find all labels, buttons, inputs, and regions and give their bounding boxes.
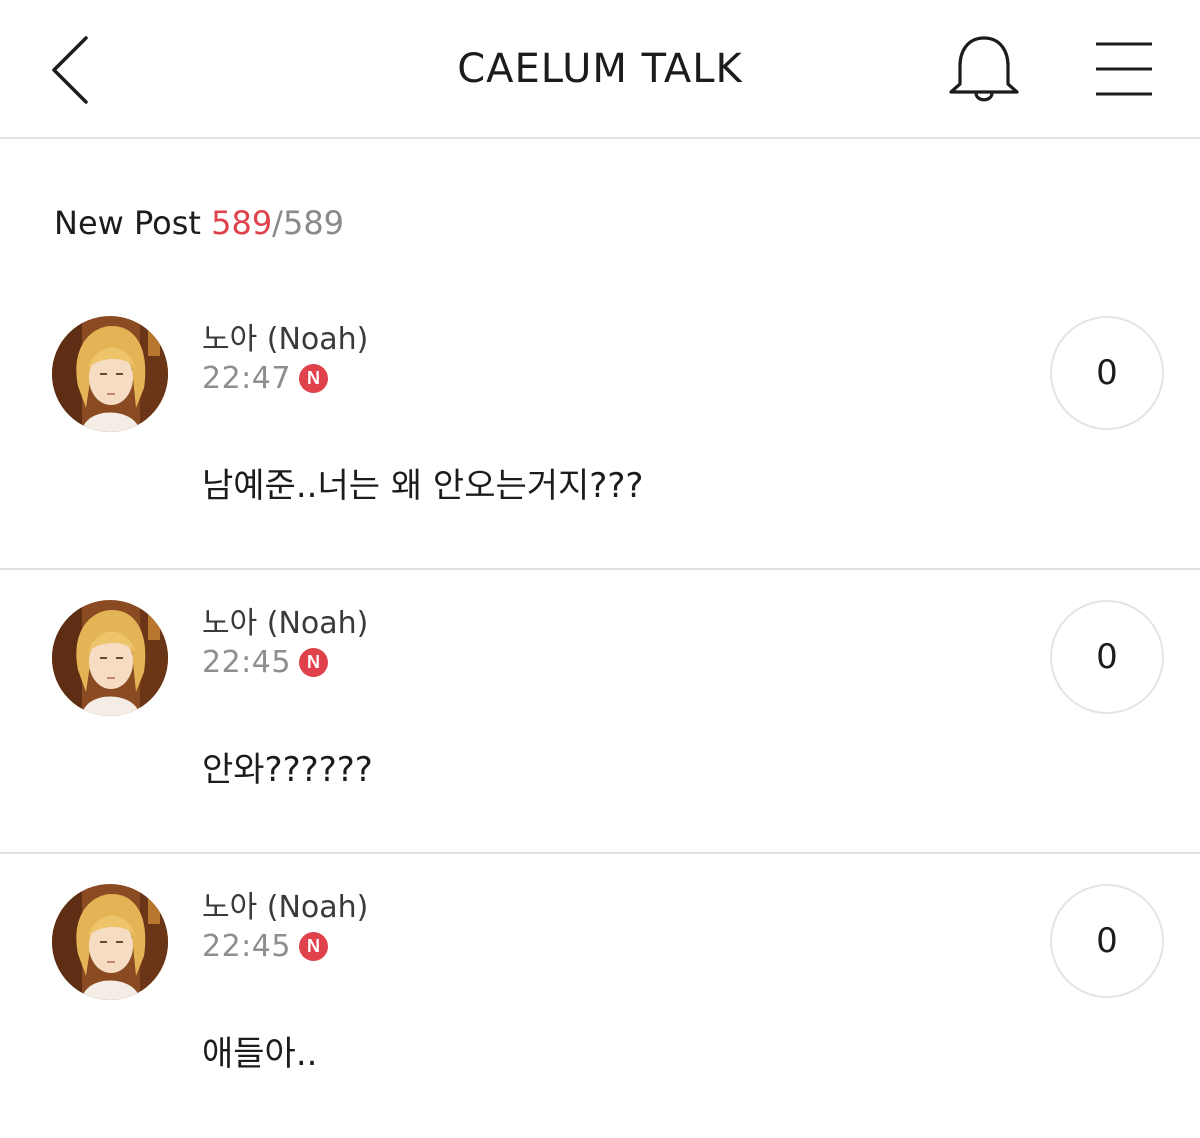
notifications-button[interactable] (944, 32, 1024, 108)
post-time: 22:45 (202, 928, 291, 964)
post-message: 애들아.. (202, 1034, 318, 1074)
post-meta: 22:45 N (202, 926, 328, 966)
hamburger-menu-icon (1096, 42, 1152, 96)
post-author: 노아 (Noah) (202, 322, 369, 357)
post-message: 남예준..너는 왜 안오는거지??? (202, 466, 644, 506)
post-meta: 22:47 N (202, 358, 328, 398)
like-count-button[interactable]: 0 (1050, 316, 1164, 430)
avatar[interactable] (52, 316, 168, 432)
new-badge: N (298, 363, 328, 393)
post-author: 노아 (Noah) (202, 890, 369, 925)
post-message: 안와?????? (202, 750, 373, 790)
post-time: 22:45 (202, 644, 291, 680)
new-post-label: New Post (54, 204, 201, 242)
avatar[interactable] (52, 884, 168, 1000)
post-time: 22:47 (202, 360, 291, 396)
count-separator: / (272, 204, 283, 242)
new-post-count: 589 (211, 204, 273, 242)
post-author: 노아 (Noah) (202, 606, 369, 641)
new-post-counter: New Post 589/589 (54, 204, 344, 242)
total-post-count: 589 (282, 204, 345, 242)
menu-button[interactable] (1092, 38, 1156, 100)
bell-icon (949, 36, 1019, 102)
app-header: CAELUM TALK (0, 0, 1200, 139)
post-item[interactable]: 노아 (Noah) 22:45 N 0 애들아.. (0, 854, 1200, 1138)
like-count-button[interactable]: 0 (1050, 884, 1164, 998)
post-item[interactable]: 노아 (Noah) 22:45 N 0 안와?????? (0, 570, 1200, 854)
avatar-image (52, 884, 168, 1000)
post-meta: 22:45 N (202, 642, 328, 682)
post-item[interactable]: 노아 (Noah) 22:47 N 0 남예준..너는 왜 안오는거지??? (0, 286, 1200, 570)
avatar-image (52, 316, 168, 432)
avatar-image (52, 600, 168, 716)
like-count-button[interactable]: 0 (1050, 600, 1164, 714)
avatar[interactable] (52, 600, 168, 716)
new-badge: N (298, 931, 328, 961)
new-badge: N (298, 647, 328, 677)
